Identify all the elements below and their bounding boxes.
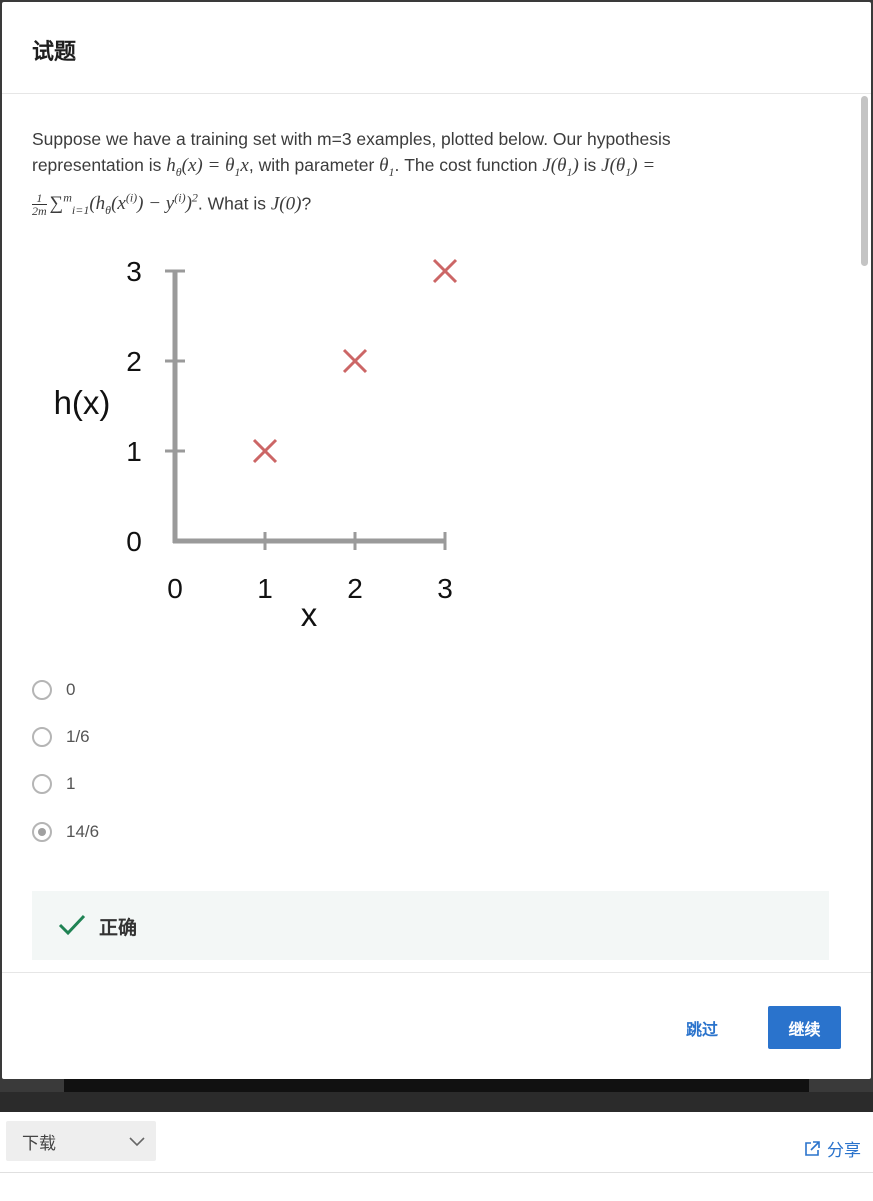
option-label: 14/6 bbox=[66, 822, 100, 841]
option-1[interactable]: 1 bbox=[32, 770, 332, 798]
fraction-math: 1 2m bbox=[32, 191, 47, 218]
radio-button-checked[interactable] bbox=[32, 822, 52, 842]
chevron-down-icon bbox=[129, 1137, 145, 1147]
option-0[interactable]: 0 bbox=[32, 676, 332, 704]
option-1-6[interactable]: 1/6 bbox=[32, 723, 332, 751]
download-dropdown[interactable]: 下载 bbox=[6, 1121, 156, 1161]
x-tick-label: 2 bbox=[347, 573, 363, 604]
scrollbar-thumb[interactable] bbox=[861, 96, 868, 266]
share-icon bbox=[805, 1140, 820, 1156]
y-tick-label: 0 bbox=[126, 526, 142, 557]
checkmark-icon bbox=[58, 914, 86, 936]
x-tick-label: 0 bbox=[167, 573, 183, 604]
continue-button[interactable]: 继续 bbox=[768, 1006, 841, 1049]
option-label: 1/6 bbox=[66, 727, 90, 746]
cost-math: J(θ1) bbox=[542, 155, 579, 179]
y-tick-label: 1 bbox=[126, 436, 142, 467]
quiz-modal: 试题 Suppose we have a training set with m… bbox=[2, 2, 871, 1079]
feedback-box: 正确 bbox=[32, 891, 829, 960]
radio-button[interactable] bbox=[32, 774, 52, 794]
y-tick-label: 3 bbox=[126, 256, 142, 287]
what-math: J(0) bbox=[270, 193, 302, 215]
question-part: is bbox=[578, 155, 602, 175]
x-tick-label: 1 bbox=[257, 573, 273, 604]
question-text: Suppose we have a training set with m=3 … bbox=[32, 126, 762, 223]
scatter-plot: h(x) x 0 1 2 3 0 1 2 3 bbox=[54, 256, 458, 633]
cost-def-math: J(θ1) = bbox=[601, 155, 656, 179]
hypothesis-math: hθ(x) = θ1x bbox=[166, 155, 249, 179]
sum-math: ∑mi=1(hθ(x(i)) − y(i))2 bbox=[49, 190, 198, 217]
radio-button[interactable] bbox=[32, 680, 52, 700]
option-14-6[interactable]: 14/6 bbox=[32, 818, 332, 846]
data-point-x-marker bbox=[432, 258, 458, 284]
download-label: 下载 bbox=[22, 1133, 56, 1153]
option-label: 0 bbox=[66, 680, 76, 699]
bottom-bar: 下载 分享 bbox=[0, 1112, 873, 1173]
feedback-text: 正确 bbox=[99, 918, 138, 939]
share-label: 分享 bbox=[827, 1141, 861, 1160]
question-part: ? bbox=[301, 193, 312, 214]
modal-body: Suppose we have a training set with m=3 … bbox=[2, 94, 871, 972]
y-tick-label: 2 bbox=[126, 346, 142, 377]
question-part: , with parameter bbox=[248, 155, 380, 175]
x-axis-label: x bbox=[301, 596, 318, 633]
video-bottom-bar bbox=[0, 1092, 873, 1112]
scrollbar[interactable] bbox=[861, 94, 869, 966]
data-point-x-marker bbox=[342, 348, 368, 374]
x-tick-label: 3 bbox=[437, 573, 453, 604]
share-link[interactable]: 分享 bbox=[803, 1136, 861, 1161]
y-axis-label: h(x) bbox=[54, 384, 111, 421]
modal-title: 试题 bbox=[32, 39, 77, 64]
param-math: θ1 bbox=[379, 155, 395, 179]
question-part: . The cost function bbox=[394, 155, 543, 175]
modal-footer: 跳过 继续 bbox=[2, 972, 871, 1079]
option-label: 1 bbox=[66, 774, 76, 793]
radio-button[interactable] bbox=[32, 727, 52, 747]
skip-button[interactable]: 跳过 bbox=[672, 1013, 732, 1043]
question-part: . What is bbox=[197, 193, 271, 214]
data-point-x-marker bbox=[252, 438, 278, 464]
modal-header: 试题 bbox=[2, 2, 871, 94]
